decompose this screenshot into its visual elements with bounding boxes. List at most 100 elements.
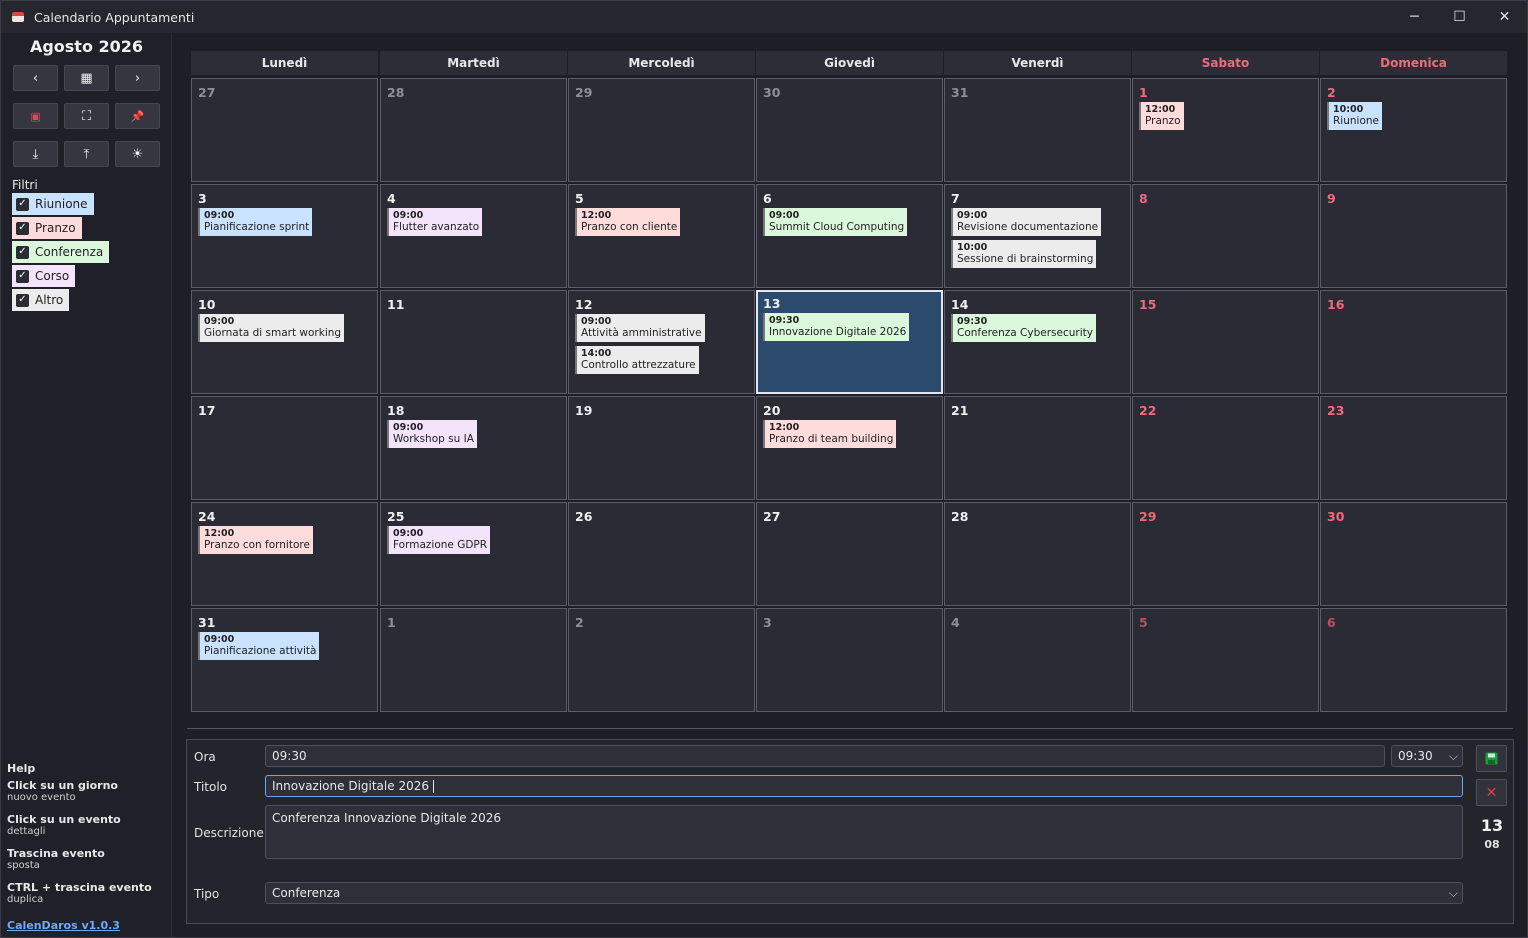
- day-cell[interactable]: 10 09:00 Giornata di smart working: [191, 290, 378, 394]
- fullscreen-button[interactable]: ⛶: [64, 103, 109, 129]
- day-cell[interactable]: 13 09:30 Innovazione Digitale 2026: [756, 290, 943, 394]
- checkbox-icon[interactable]: ✓: [16, 293, 29, 307]
- day-cell[interactable]: 21: [944, 396, 1131, 500]
- event-chip[interactable]: 09:00 Formazione GDPR: [387, 526, 491, 554]
- day-cell[interactable]: 1: [380, 608, 567, 712]
- event-chip[interactable]: 12:00 Pranzo di team building: [763, 420, 897, 448]
- close-window-button[interactable]: ✕: [1482, 1, 1527, 33]
- day-cell[interactable]: 15: [1132, 290, 1319, 394]
- import-button[interactable]: ⤓: [13, 141, 58, 167]
- filter-conferenza[interactable]: ✓ Conferenza: [12, 241, 110, 263]
- day-cell[interactable]: 24 12:00 Pranzo con fornitore: [191, 502, 378, 606]
- day-cell[interactable]: 30: [756, 78, 943, 182]
- day-cell[interactable]: 30: [1320, 502, 1507, 606]
- descrizione-textarea[interactable]: Conferenza Innovazione Digitale 2026: [265, 805, 1463, 859]
- help-item: Trascina evento sposta: [7, 847, 105, 871]
- event-chip[interactable]: 09:00 Flutter avanzato: [387, 208, 483, 236]
- day-cell[interactable]: 31 09:00 Pianificazione attività: [191, 608, 378, 712]
- day-cell[interactable]: 17: [191, 396, 378, 500]
- day-cell[interactable]: 29: [568, 78, 755, 182]
- event-chip[interactable]: 09:30 Innovazione Digitale 2026: [763, 313, 910, 341]
- minimize-button[interactable]: ─: [1392, 1, 1437, 33]
- prev-month-button[interactable]: ‹: [13, 65, 58, 91]
- theme-button[interactable]: ☀: [115, 141, 160, 167]
- filter-altro[interactable]: ✓ Altro: [12, 289, 70, 311]
- event-chip[interactable]: 09:00 Revisione documentazione: [951, 208, 1102, 236]
- event-chip[interactable]: 09:00 Giornata di smart working: [198, 314, 345, 342]
- day-cell[interactable]: 1 12:00 Pranzo: [1132, 78, 1319, 182]
- day-cell[interactable]: 28: [380, 78, 567, 182]
- day-cell[interactable]: 14 09:30 Conferenza Cybersecurity: [944, 290, 1131, 394]
- event-time: 09:00: [581, 316, 612, 327]
- ora-input[interactable]: 09:30: [265, 745, 1385, 767]
- day-cell[interactable]: 16: [1320, 290, 1507, 394]
- export-button[interactable]: ⤒: [64, 141, 109, 167]
- day-number: 14: [951, 297, 969, 312]
- event-chip[interactable]: 14:00 Controllo attrezzature: [575, 346, 699, 374]
- event-chip[interactable]: 09:00 Attività amministrative: [575, 314, 705, 342]
- day-cell[interactable]: 6: [1320, 608, 1507, 712]
- weekday-header: Lunedì: [191, 51, 378, 75]
- maximize-button[interactable]: ☐: [1437, 1, 1482, 33]
- ora-select[interactable]: 09:30 ⌵: [1391, 745, 1463, 767]
- today-button[interactable]: ▦: [64, 65, 109, 91]
- delete-button[interactable]: ✕: [1476, 779, 1507, 806]
- day-cell[interactable]: 12 09:00 Attività amministrative 14:00 Contr…: [568, 290, 755, 394]
- day-cell[interactable]: 18 09:00 Workshop su IA: [380, 396, 567, 500]
- day-cell[interactable]: 23: [1320, 396, 1507, 500]
- weekday-header: Giovedì: [756, 51, 943, 75]
- checkbox-icon[interactable]: ✓: [16, 221, 29, 235]
- tipo-select[interactable]: Conferenza ⌵: [265, 882, 1463, 904]
- next-month-button[interactable]: ›: [115, 65, 160, 91]
- event-chip[interactable]: 12:00 Pranzo: [1139, 102, 1184, 130]
- day-cell[interactable]: 25 09:00 Formazione GDPR: [380, 502, 567, 606]
- titolo-input[interactable]: Innovazione Digitale 2026: [265, 775, 1463, 797]
- filter-riunione[interactable]: ✓ Riunione: [12, 193, 94, 215]
- filter-pranzo[interactable]: ✓ Pranzo: [12, 217, 82, 239]
- day-cell[interactable]: 31: [944, 78, 1131, 182]
- checkbox-icon[interactable]: ✓: [16, 245, 29, 259]
- event-time: 12:00: [204, 528, 235, 539]
- day-cell[interactable]: 29: [1132, 502, 1319, 606]
- day-cell[interactable]: 11: [380, 290, 567, 394]
- day-cell[interactable]: 3: [756, 608, 943, 712]
- event-chip[interactable]: 10:00 Sessione di brainstorming: [951, 240, 1097, 268]
- event-chip[interactable]: 12:00 Pranzo con fornitore: [198, 526, 313, 554]
- help-result: nuovo evento: [7, 792, 76, 803]
- day-cell[interactable]: 2 10:00 Riunione: [1320, 78, 1507, 182]
- event-chip[interactable]: 10:00 Riunione: [1327, 102, 1382, 130]
- day-cell[interactable]: 5: [1132, 608, 1319, 712]
- save-button[interactable]: [1476, 745, 1507, 772]
- checkbox-icon[interactable]: ✓: [16, 197, 29, 211]
- day-cell[interactable]: 20 12:00 Pranzo di team building: [756, 396, 943, 500]
- day-cell[interactable]: 2: [568, 608, 755, 712]
- day-cell[interactable]: 3 09:00 Pianificazione sprint: [191, 184, 378, 288]
- version-link[interactable]: CalenDaros v1.0.3: [7, 919, 120, 932]
- divider: [187, 728, 1513, 729]
- day-cell[interactable]: 26: [568, 502, 755, 606]
- day-cell[interactable]: 5 12:00 Pranzo con cliente: [568, 184, 755, 288]
- day-cell[interactable]: 27: [756, 502, 943, 606]
- event-chip[interactable]: 09:00 Pianificazione attività: [198, 632, 320, 660]
- day-cell[interactable]: 7 09:00 Revisione documentazione 10:00 Sessi…: [944, 184, 1131, 288]
- event-chip[interactable]: 12:00 Pranzo con cliente: [575, 208, 681, 236]
- day-cell[interactable]: 6 09:00 Summit Cloud Computing: [756, 184, 943, 288]
- event-chip[interactable]: 09:00 Workshop su IA: [387, 420, 477, 448]
- event-chip[interactable]: 09:00 Summit Cloud Computing: [763, 208, 908, 236]
- day-cell[interactable]: 22: [1132, 396, 1319, 500]
- event-chip[interactable]: 09:30 Conferenza Cybersecurity: [951, 314, 1096, 342]
- language-button[interactable]: ▣: [13, 103, 58, 129]
- event-chip[interactable]: 09:00 Pianificazione sprint: [198, 208, 313, 236]
- filter-label: Corso: [35, 269, 70, 283]
- day-cell[interactable]: 27: [191, 78, 378, 182]
- day-cell[interactable]: 4: [944, 608, 1131, 712]
- day-cell[interactable]: 28: [944, 502, 1131, 606]
- pin-button[interactable]: 📌: [115, 103, 160, 129]
- day-cell[interactable]: 8: [1132, 184, 1319, 288]
- day-cell[interactable]: 9: [1320, 184, 1507, 288]
- filter-corso[interactable]: ✓ Corso: [12, 265, 76, 287]
- checkbox-icon[interactable]: ✓: [16, 269, 29, 283]
- day-cell[interactable]: 19: [568, 396, 755, 500]
- day-cell[interactable]: 4 09:00 Flutter avanzato: [380, 184, 567, 288]
- event-title: Controllo attrezzature: [581, 359, 696, 371]
